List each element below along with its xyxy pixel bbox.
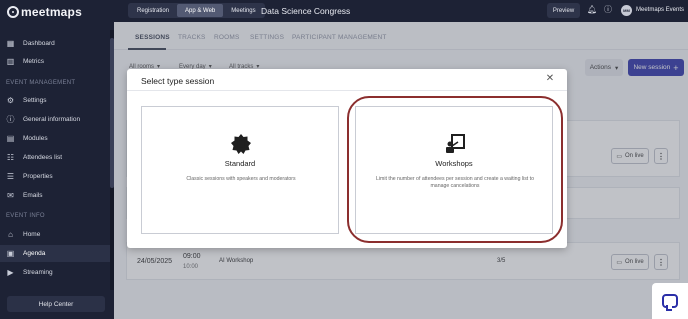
mail-icon: ✉ xyxy=(7,191,14,200)
avatar[interactable]: MM xyxy=(621,5,632,16)
sidebar-item-label: Streaming xyxy=(23,269,53,276)
option-standard[interactable]: Standard Classic sessions with speakers … xyxy=(141,106,339,234)
option-title: Standard xyxy=(224,159,256,168)
calendar-icon: ▣ xyxy=(6,249,15,258)
users-icon: ☷ xyxy=(6,153,15,162)
sidebar-item-label: Home xyxy=(23,231,41,238)
sidebar-item-streaming[interactable]: ▶ Streaming xyxy=(0,264,110,281)
chat-button[interactable] xyxy=(652,283,688,319)
option-description: Classic sessions with speakers and moder… xyxy=(186,176,296,182)
sidebar-item-general-information[interactable]: ⓘ General information xyxy=(0,111,110,128)
preview-button[interactable]: Preview xyxy=(547,3,580,18)
sidebar-item-dashboard[interactable]: ▦ Dashboard xyxy=(0,35,110,52)
section-label-event-info: EVENT INFO xyxy=(6,213,45,219)
user-name[interactable]: Meetmaps Events xyxy=(636,7,684,13)
sidebar-item-home[interactable]: ⌂ Home xyxy=(0,226,110,243)
properties-icon: ☰ xyxy=(6,172,15,181)
logo-text: meetmaps xyxy=(21,5,82,19)
modules-icon: ▤ xyxy=(6,134,15,143)
chart-icon: ▥ xyxy=(6,57,15,66)
sidebar-item-settings[interactable]: ⚙ Settings xyxy=(0,92,110,109)
event-name: Data Science Congress xyxy=(261,6,351,16)
sidebar-item-attendees-list[interactable]: ☷ Attendees list xyxy=(0,149,110,166)
sidebar: meetmaps ▦ Dashboard ▥ Metrics EVENT MAN… xyxy=(0,0,114,319)
help-center-button[interactable]: Help Center xyxy=(7,296,105,312)
close-icon[interactable]: ✕ xyxy=(545,74,555,84)
top-bar: Registration App & Web Meetings Data Sci… xyxy=(114,0,688,22)
sidebar-item-label: Attendees list xyxy=(23,154,63,161)
home-icon: ⌂ xyxy=(8,230,13,239)
segment-registration[interactable]: Registration xyxy=(129,4,177,17)
sidebar-item-emails[interactable]: ✉ Emails xyxy=(0,187,110,204)
sidebar-item-modules[interactable]: ▤ Modules xyxy=(0,130,110,147)
sidebar-item-label: Settings xyxy=(23,97,47,104)
app-logo[interactable]: meetmaps xyxy=(7,5,82,19)
dialog-title: Select type session xyxy=(141,76,215,86)
sidebar-item-label: General information xyxy=(23,116,81,123)
sidebar-item-label: Dashboard xyxy=(23,40,55,47)
bell-icon[interactable]: 🔔︎ xyxy=(587,5,597,15)
section-label-event-management: EVENT MANAGEMENT xyxy=(6,80,76,86)
dialog-divider xyxy=(127,90,567,91)
sidebar-item-label: Emails xyxy=(23,192,43,199)
play-icon: ▶ xyxy=(7,268,14,277)
sidebar-item-properties[interactable]: ☰ Properties xyxy=(0,168,110,185)
segment-meetings[interactable]: Meetings xyxy=(223,4,263,17)
sidebar-item-metrics[interactable]: ▥ Metrics xyxy=(0,53,110,70)
sidebar-item-agenda[interactable]: ▣ Agenda xyxy=(0,245,110,262)
logo-mark-icon xyxy=(7,6,19,18)
highlight-annotation-ring xyxy=(347,96,563,243)
sidebar-item-label: Modules xyxy=(23,135,48,142)
gear-badge-icon xyxy=(231,134,251,154)
grid-icon: ▦ xyxy=(6,39,15,48)
chat-icon xyxy=(662,294,678,311)
product-switcher: Registration App & Web Meetings xyxy=(128,3,265,18)
sidebar-item-label: Metrics xyxy=(23,58,44,65)
info-circle-icon[interactable]: ⓘ xyxy=(603,5,613,15)
info-icon: ⓘ xyxy=(6,115,15,124)
segment-app-web[interactable]: App & Web xyxy=(177,4,224,17)
sidebar-item-label: Agenda xyxy=(23,250,46,257)
sidebar-item-label: Properties xyxy=(23,173,53,180)
gear-icon: ⚙ xyxy=(6,96,15,105)
